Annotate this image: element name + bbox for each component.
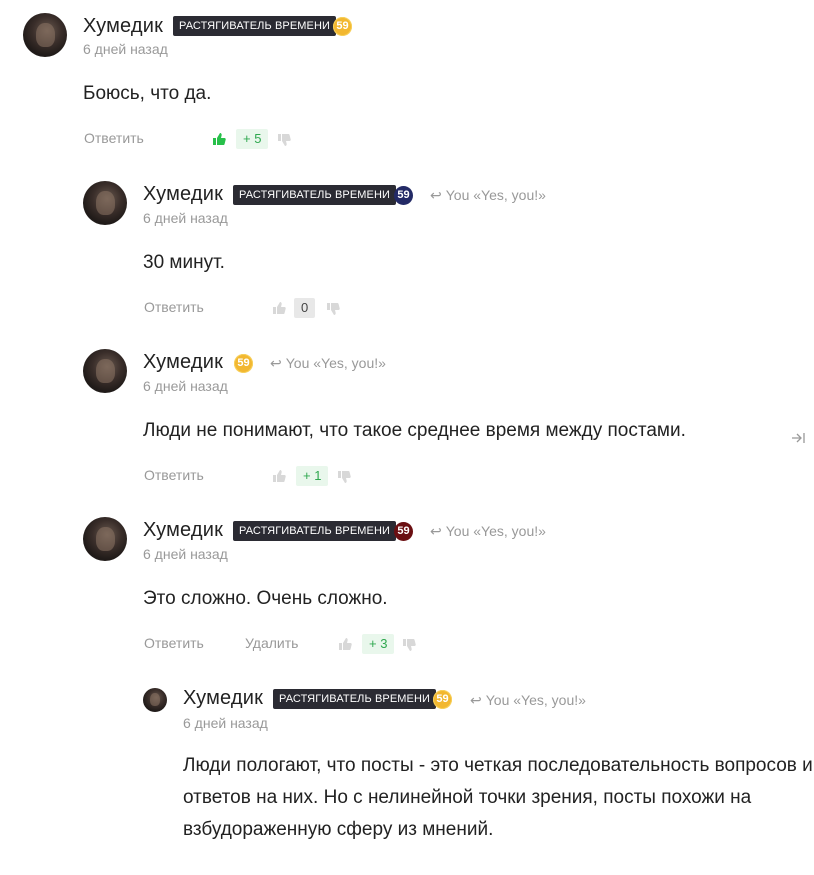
user-badge: РАСТЯГИВАТЕЛЬ ВРЕМЕНИ <box>273 689 437 709</box>
comment-text-line: Боюсь, что да. <box>83 83 212 104</box>
reply-arrow-icon: ↩ <box>430 187 442 203</box>
comment-text-line: Люди не понимают, что такое среднее врем… <box>143 420 686 441</box>
thumbs-down-icon[interactable] <box>277 133 291 147</box>
reply-to-link[interactable]: ↩ You «Yes, you!» <box>270 355 386 372</box>
thumbs-down-icon[interactable] <box>326 302 340 316</box>
comment-text-line: Это сложно. Очень сложно. <box>143 588 388 609</box>
comment-text: 30 минут. <box>143 247 225 279</box>
level-badge: 59 <box>234 354 253 373</box>
reply-button[interactable]: Ответить <box>84 130 144 146</box>
comment-text-line: 30 минут. <box>143 252 225 273</box>
thumbs-down-icon[interactable] <box>337 470 351 484</box>
comment: Хумедик РАСТЯГИВАТЕЛЬ ВРЕМЕНИ 59 ↩ You «Y… <box>143 686 814 875</box>
comment: Хумедик РАСТЯГИВАТЕЛЬ ВРЕМЕНИ 59 ↩ You «Y… <box>83 181 803 331</box>
comment-author[interactable]: Хумедик <box>143 183 223 206</box>
level-badge: 59 <box>394 186 413 205</box>
thumbs-up-icon[interactable] <box>338 637 352 651</box>
comment-text-line: Люди пологают, что посты - это четкая по… <box>183 755 813 776</box>
reply-arrow-icon: ↩ <box>470 692 482 708</box>
user-badge: РАСТЯГИВАТЕЛЬ ВРЕМЕНИ <box>233 185 397 205</box>
comment-date[interactable]: 6 дней назад <box>143 546 228 562</box>
comment-text: Это сложно. Очень сложно. <box>143 583 388 615</box>
comment-author[interactable]: Хумедик <box>143 351 223 374</box>
comment: Хумедик РАСТЯГИВАТЕЛЬ ВРЕМЕНИ 59 6 дней … <box>23 12 803 162</box>
reply-arrow-icon: ↩ <box>430 523 442 539</box>
thumbs-up-icon[interactable] <box>212 132 226 146</box>
reply-button[interactable]: Ответить <box>144 467 204 483</box>
comment-score: + 1 <box>296 466 329 486</box>
comment-date[interactable]: 6 дней назад <box>83 41 168 57</box>
avatar[interactable] <box>83 181 127 225</box>
delete-button[interactable]: Удалить <box>245 635 298 651</box>
reply-arrow-icon: ↩ <box>270 355 282 371</box>
reply-to-label: You «Yes, you!» <box>285 355 386 371</box>
comment-text-line: ответов на них. Но с нелинейной точки зр… <box>183 787 752 808</box>
user-badge: РАСТЯГИВАТЕЛЬ ВРЕМЕНИ <box>233 521 397 541</box>
reply-to-label: You «Yes, you!» <box>485 692 586 708</box>
avatar[interactable] <box>83 349 127 393</box>
expand-arrow-icon[interactable] <box>790 430 806 446</box>
comment: Хумедик РАСТЯГИВАТЕЛЬ ВРЕМЕНИ 59 ↩ You «Y… <box>83 517 803 667</box>
comment-text-line: взбудораженную сферу из мнений. <box>183 819 494 840</box>
comment-score: 0 <box>294 298 316 318</box>
comment: Хумедик 59 ↩ You «Yes, you!» 6 дней назад… <box>83 349 803 499</box>
comment-text: Люди не понимают, что такое среднее врем… <box>143 415 686 447</box>
comment-author[interactable]: Хумедик <box>143 519 223 542</box>
avatar[interactable] <box>143 688 167 712</box>
comment-author[interactable]: Хумедик <box>183 687 263 710</box>
reply-button[interactable]: Ответить <box>144 299 204 315</box>
user-badge: РАСТЯГИВАТЕЛЬ ВРЕМЕНИ <box>173 16 337 36</box>
avatar[interactable] <box>83 517 127 561</box>
comment-date[interactable]: 6 дней назад <box>183 715 268 731</box>
reply-to-link[interactable]: ↩ You «Yes, you!» <box>430 523 546 540</box>
thumbs-down-icon[interactable] <box>402 638 416 652</box>
reply-to-link[interactable]: ↩ You «Yes, you!» <box>430 187 546 204</box>
comment-text: Люди пологают, что посты - это четкая по… <box>183 750 813 846</box>
avatar[interactable] <box>23 13 67 57</box>
level-badge: 59 <box>333 17 352 36</box>
level-badge: 59 <box>394 522 413 541</box>
comment-author[interactable]: Хумедик <box>83 15 163 38</box>
comment-score: + 3 <box>362 634 395 654</box>
thumbs-up-icon[interactable] <box>272 301 286 315</box>
reply-to-label: You «Yes, you!» <box>445 187 546 203</box>
thumbs-up-icon[interactable] <box>272 469 286 483</box>
comment-date[interactable]: 6 дней назад <box>143 210 228 226</box>
comment-date[interactable]: 6 дней назад <box>143 378 228 394</box>
level-badge: 59 <box>433 690 452 709</box>
reply-to-link[interactable]: ↩ You «Yes, you!» <box>470 692 586 709</box>
reply-to-label: You «Yes, you!» <box>445 523 546 539</box>
reply-button[interactable]: Ответить <box>144 635 204 651</box>
comment-score: + 5 <box>236 129 269 149</box>
comment-text: Боюсь, что да. <box>83 78 211 110</box>
